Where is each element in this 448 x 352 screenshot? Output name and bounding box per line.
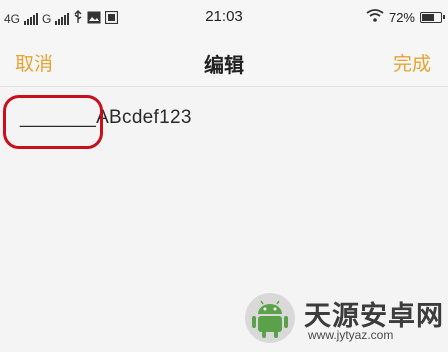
wifi-icon	[366, 9, 384, 25]
navigation-bar: 取消 编辑 完成	[0, 36, 448, 87]
highlight-annotation	[3, 95, 103, 149]
android-logo-icon	[245, 293, 295, 343]
watermark: 天源安卓网 www.jytyaz.com	[244, 290, 444, 348]
battery-icon	[420, 11, 445, 23]
status-right-icons: 72%	[366, 9, 445, 25]
watermark-url: www.jytyaz.com	[308, 328, 394, 342]
done-button[interactable]: 完成	[393, 49, 431, 76]
battery-fill	[422, 13, 435, 21]
status-bar: 4G G 21:03 72%	[0, 0, 448, 36]
battery-percent: 72%	[388, 9, 415, 25]
page-title: 编辑	[204, 53, 244, 77]
